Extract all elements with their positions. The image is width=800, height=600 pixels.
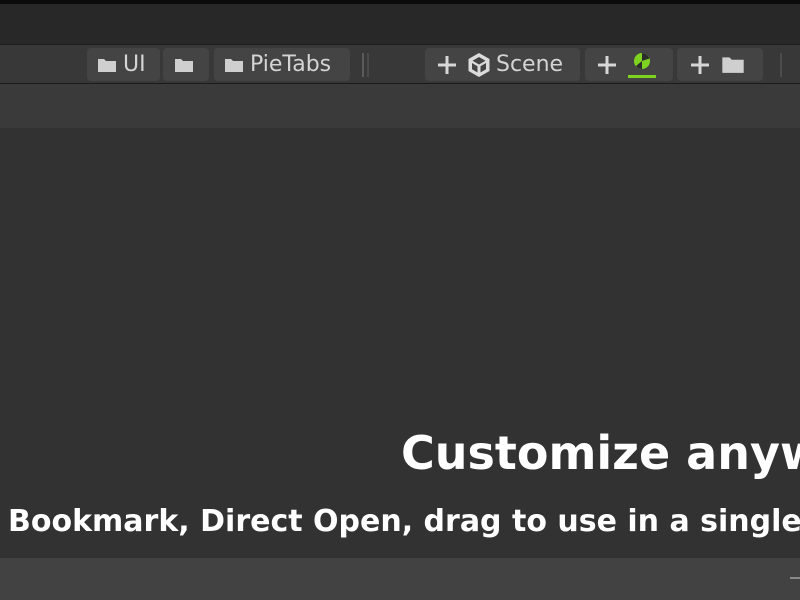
promo-subline: Bookmark, Direct Open, drag to use in a … [8,504,800,539]
plus-icon [438,55,456,74]
tab-ui-folder[interactable]: UI [87,48,160,81]
promo-headline: Customize anyw [401,426,800,480]
tab-ui-label: UI [123,52,146,77]
tab-add-pie[interactable] [585,48,673,81]
pie-chart-icon [628,50,656,80]
toolbar-separator [362,53,364,77]
plus-icon [691,55,709,74]
tab-pietabs-label: PieTabs [250,52,332,77]
title-strip [0,4,800,44]
folder-icon [97,57,117,73]
main-view [0,128,800,558]
tab-add-folder[interactable] [677,48,763,81]
folder-icon [174,57,194,73]
editor-window: UI PieTabs Scene Customize anyw Bookmark… [0,0,800,600]
bottom-bar [0,558,800,600]
folder-icon [721,55,745,74]
plus-icon [598,55,616,74]
tab-folder[interactable] [163,48,209,81]
toolbar-separator [780,53,782,77]
tab-scene[interactable]: Scene [425,48,580,81]
folder-icon [224,57,244,73]
toolbar-separator [367,53,369,77]
pietabs-toolbar: UI PieTabs Scene [0,44,800,84]
bottom-bar-handle[interactable] [790,577,800,579]
secondary-toolbar [0,84,800,128]
unity-logo-icon [466,52,492,78]
tab-pietabs-folder[interactable]: PieTabs [214,48,350,81]
tab-scene-label: Scene [496,52,564,77]
